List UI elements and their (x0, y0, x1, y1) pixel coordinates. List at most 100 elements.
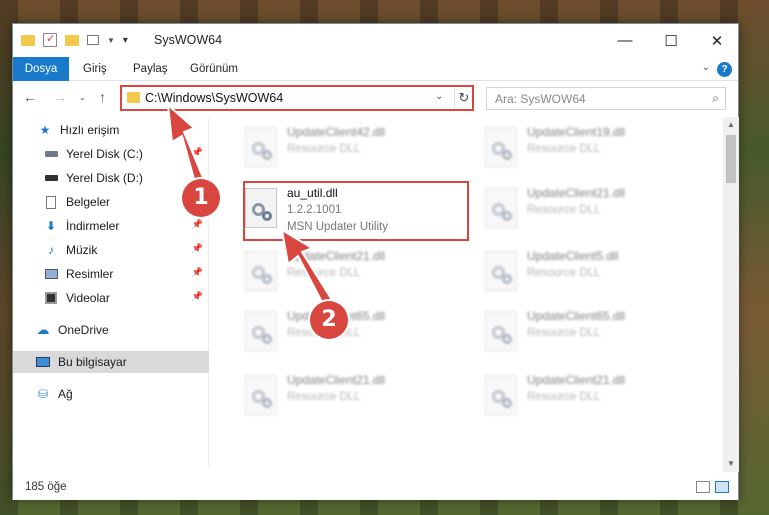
file-name: UpdateClient21.dll (527, 186, 626, 200)
tab-dosya[interactable]: Dosya (13, 57, 69, 81)
sidebar-item-ag[interactable]: ⛁ Ağ (13, 383, 209, 405)
list-item[interactable]: UpdateClient21.dll Resource DLL (235, 367, 465, 427)
chevron-down-icon[interactable]: ▼ (107, 36, 115, 45)
pin-icon[interactable]: 📌 (192, 243, 203, 254)
address-bar[interactable]: C:\Windows\SysWOW64 ⌄ ↻ (120, 85, 474, 111)
sidebar-item-label: Resimler (66, 267, 114, 281)
sidebar-item-muzik[interactable]: ♪ Müzik 📌 (13, 239, 209, 261)
cloud-icon: ☁ (36, 322, 50, 337)
list-item[interactable]: UpdateClient21.dll Resource DLL (235, 243, 465, 303)
sidebar-item-onedrive[interactable]: ☁ OneDrive (13, 319, 209, 341)
back-arrow-icon[interactable]: ← (23, 89, 37, 105)
file-description: Resource DLL (287, 143, 361, 155)
sidebar-item-label: Ağ (58, 387, 73, 401)
list-item[interactable]: UpdateClient21.dll Resource DLL (475, 180, 705, 240)
list-item[interactable]: UpdateClient19.dll Resource DLL (475, 119, 705, 179)
folder-icon (21, 34, 35, 46)
pin-icon[interactable]: 📌 (192, 267, 203, 278)
navigation-pane: ★ Hızlı erişim Yerel Disk (C:) 📌 Yerel D… (13, 117, 209, 467)
new-folder-icon[interactable] (65, 34, 79, 46)
sidebar-item-videolar[interactable]: Videolar 📌 (13, 287, 209, 309)
sidebar-item-label: Müzik (66, 243, 98, 257)
file-name: UpdateClient21.dll (527, 373, 626, 387)
address-path[interactable]: C:\Windows\SysWOW64 (145, 91, 283, 105)
sidebar-item-label: OneDrive (58, 323, 109, 337)
dll-file-icon (485, 188, 517, 228)
close-button[interactable]: ✕ (694, 24, 740, 57)
search-placeholder: Ara: SysWOW64 (495, 92, 586, 106)
title-bar: ✓ ▼ ▾ SysWOW64 — ☐ ✕ (13, 24, 738, 57)
picture-icon (43, 267, 59, 281)
file-description: Resource DLL (287, 391, 361, 403)
sidebar-item-disk-c[interactable]: Yerel Disk (C:) 📌 (13, 143, 209, 165)
scroll-down-icon[interactable]: ▼ (723, 456, 739, 472)
pin-icon[interactable]: 📌 (192, 147, 203, 158)
tab-gorunum[interactable]: Görünüm (190, 57, 238, 81)
sidebar-item-label: Hızlı erişim (60, 123, 120, 137)
sidebar-item-indirmeler[interactable]: ⬇ İndirmeler 📌 (13, 215, 209, 237)
callout-2: 2 (310, 301, 348, 339)
sidebar-item-resimler[interactable]: Resimler 📌 (13, 263, 209, 285)
search-input[interactable]: Ara: SysWOW64 ⌕ (486, 87, 726, 110)
scroll-up-icon[interactable]: ▲ (723, 117, 739, 133)
file-name: UpdateClient21.dll (287, 249, 386, 263)
quick-access-toolbar: ✓ ▼ ▾ (21, 33, 128, 47)
scroll-thumb[interactable] (726, 135, 736, 183)
minimize-button[interactable]: — (602, 24, 648, 57)
refresh-icon[interactable]: ↻ (454, 88, 473, 108)
sidebar-item-disk-d[interactable]: Yerel Disk (D:) (13, 167, 209, 189)
qa-customize-icon[interactable]: ▾ (123, 35, 128, 46)
sidebar-item-bu-bilgisayar[interactable]: Bu bilgisayar (13, 351, 209, 373)
help-icon[interactable]: ? (717, 62, 732, 77)
file-description: Resource DLL (527, 391, 601, 403)
properties-icon[interactable]: ✓ (43, 33, 57, 47)
drive-icon (43, 171, 59, 185)
sidebar-item-label: Videolar (66, 291, 110, 305)
file-name: UpdateClient42.dll (287, 125, 386, 139)
highlight-box (243, 181, 469, 241)
ribbon: Dosya Giriş Paylaş Görünüm ⌄ ? (13, 57, 738, 81)
forward-arrow-icon[interactable]: → (53, 89, 67, 105)
window-title: SysWOW64 (154, 33, 223, 47)
download-icon: ⬇ (45, 219, 57, 233)
callout-1: 1 (182, 179, 220, 217)
list-item[interactable]: UpdateClient21.dll Resource DLL (475, 367, 705, 427)
sidebar-item-label: Belgeler (66, 195, 111, 209)
pin-icon[interactable]: 📌 (192, 219, 203, 230)
network-icon: ⛁ (37, 387, 49, 401)
dll-file-icon (245, 127, 277, 167)
dll-file-icon (485, 375, 517, 415)
folder-icon (127, 92, 140, 103)
file-list: UpdateClient42.dll Resource DLL UpdateCl… (223, 117, 720, 467)
computer-icon (35, 355, 51, 369)
file-description: Resource DLL (527, 143, 601, 155)
large-icons-view-icon[interactable] (715, 481, 729, 493)
tab-paylas[interactable]: Paylaş (133, 57, 168, 81)
up-arrow-icon[interactable]: ↑ (99, 89, 106, 105)
sidebar-item-quick-access[interactable]: ★ Hızlı erişim (13, 119, 209, 141)
list-item[interactable]: UpdateClient42.dll Resource DLL (235, 119, 465, 179)
sidebar-item-label: Bu bilgisayar (58, 355, 127, 369)
maximize-button[interactable]: ☐ (648, 24, 694, 57)
status-bar: 185 öğe (13, 476, 738, 500)
search-icon[interactable]: ⌕ (712, 91, 719, 106)
recent-locations-icon[interactable]: ⌄ (79, 93, 86, 102)
list-item[interactable]: UpdateClient5.dll Resource DLL (475, 243, 705, 303)
explorer-window: ✓ ▼ ▾ SysWOW64 — ☐ ✕ Dosya Giriş Paylaş … (12, 23, 739, 500)
star-icon: ★ (39, 123, 51, 137)
chevron-down-icon[interactable]: ⌄ (702, 62, 710, 73)
details-view-icon[interactable] (696, 481, 710, 493)
dll-file-icon (245, 375, 277, 415)
video-icon (43, 291, 59, 305)
list-item[interactable]: UpdateClient65.dll Resource DLL (475, 303, 705, 363)
view-icon[interactable] (87, 35, 99, 45)
list-item[interactable]: UpdateClient65.dll Resource DLL (235, 303, 465, 363)
vertical-scrollbar[interactable]: ▲ ▼ (723, 117, 739, 472)
item-count: 185 öğe (25, 481, 67, 493)
sidebar-item-label: Yerel Disk (D:) (66, 171, 143, 185)
tab-giris[interactable]: Giriş (83, 57, 107, 81)
sidebar-item-belgeler[interactable]: Belgeler (13, 191, 209, 213)
pin-icon[interactable]: 📌 (192, 291, 203, 302)
chevron-down-icon[interactable]: ⌄ (435, 91, 443, 102)
file-description: Resource DLL (527, 267, 601, 279)
